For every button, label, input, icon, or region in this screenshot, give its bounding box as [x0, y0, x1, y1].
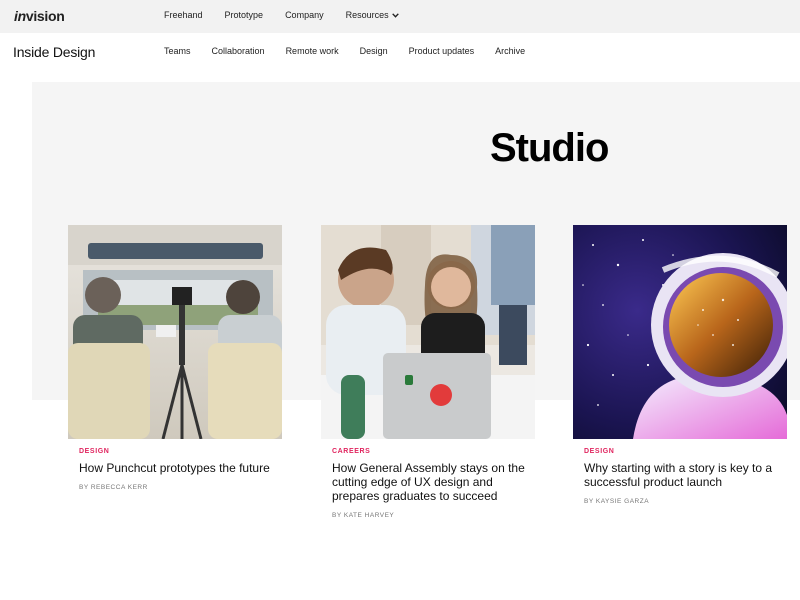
- primary-nav: Freehand Prototype Company Resources: [164, 10, 421, 20]
- nav-prototype[interactable]: Prototype: [225, 10, 264, 20]
- article-title[interactable]: Why starting with a story is key to a su…: [584, 461, 789, 489]
- chevron-down-icon: [391, 12, 399, 18]
- article-author: BY KAYSIE GARZA: [584, 498, 650, 505]
- nav-remote-work[interactable]: Remote work: [286, 46, 339, 56]
- article-image-students[interactable]: [321, 225, 535, 439]
- logo-suffix: vision: [25, 8, 65, 24]
- top-navigation-bar: invision Freehand Prototype Company Reso…: [0, 0, 800, 33]
- nav-collaboration[interactable]: Collaboration: [212, 46, 265, 56]
- article-author: BY REBECCA KERR: [79, 484, 148, 491]
- secondary-navigation-bar: Inside Design Teams Collaboration Remote…: [0, 33, 800, 71]
- article-card[interactable]: DESIGN Why starting with a story is key …: [573, 225, 787, 505]
- article-category[interactable]: DESIGN: [584, 448, 787, 455]
- nav-design[interactable]: Design: [360, 46, 388, 56]
- article-image-astronaut[interactable]: [573, 225, 787, 439]
- article-author: BY KATE HARVEY: [332, 512, 395, 519]
- nav-resources-label: Resources: [345, 10, 389, 20]
- article-title[interactable]: How General Assembly stays on the cuttin…: [332, 461, 537, 503]
- nav-product-updates[interactable]: Product updates: [409, 46, 475, 56]
- article-title[interactable]: How Punchcut prototypes the future: [79, 461, 284, 475]
- article-card[interactable]: CAREERS How General Assembly stays on th…: [321, 225, 535, 519]
- section-nav: Teams Collaboration Remote work Design P…: [164, 46, 546, 56]
- inside-design-brand[interactable]: Inside Design: [13, 44, 95, 60]
- article-category[interactable]: CAREERS: [332, 448, 535, 455]
- nav-company[interactable]: Company: [285, 10, 324, 20]
- article-category[interactable]: DESIGN: [79, 448, 282, 455]
- logo-prefix: in: [14, 8, 26, 24]
- nav-freehand[interactable]: Freehand: [164, 10, 203, 20]
- page-title: Studio: [490, 126, 609, 170]
- article-card[interactable]: DESIGN How Punchcut prototypes the futur…: [68, 225, 282, 491]
- article-image-car-interior[interactable]: [68, 225, 282, 439]
- nav-teams[interactable]: Teams: [164, 46, 191, 56]
- nav-resources[interactable]: Resources: [346, 10, 399, 20]
- invision-logo[interactable]: invision: [14, 8, 65, 24]
- nav-archive[interactable]: Archive: [495, 46, 525, 56]
